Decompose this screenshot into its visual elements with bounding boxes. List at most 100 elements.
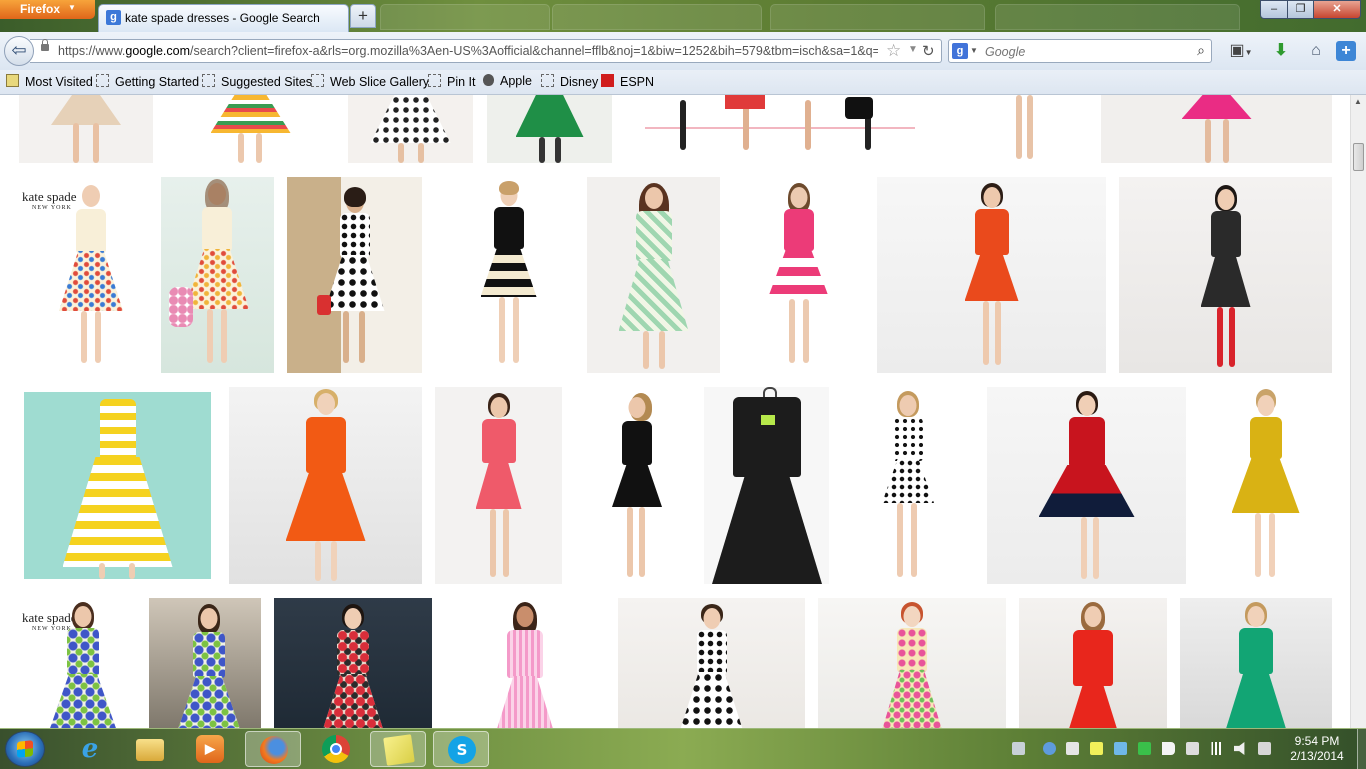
- image-result-thumbnail[interactable]: [618, 598, 805, 728]
- navigation-toolbar: https://www.google.com/search?client=fir…: [0, 32, 1366, 71]
- image-result-thumbnail[interactable]: [443, 177, 574, 373]
- addon-plus-icon[interactable]: +: [1336, 41, 1356, 61]
- media-play-icon: ▶: [196, 735, 224, 763]
- chevron-down-icon: ▼: [68, 3, 76, 12]
- lock-icon: [41, 39, 49, 51]
- google-favicon-icon: g: [106, 10, 121, 25]
- page-icon: [96, 74, 109, 87]
- search-input[interactable]: [983, 42, 1187, 62]
- image-result-thumbnail[interactable]: [877, 177, 1106, 373]
- bookmarks-toolbar: Most Visited Getting Started Suggested S…: [0, 70, 1366, 95]
- taskbar-skype[interactable]: S: [433, 731, 489, 767]
- reload-icon[interactable]: ↻: [922, 42, 935, 60]
- image-result-thumbnail[interactable]: [287, 177, 422, 373]
- show-desktop-button[interactable]: [1357, 729, 1366, 769]
- tab-title: kate spade dresses - Google Search: [125, 11, 320, 25]
- image-result-thumbnail[interactable]: kate spade NEW YORK: [19, 177, 274, 373]
- firefox-menu-button[interactable]: Firefox ▼: [0, 0, 95, 19]
- image-result-thumbnail[interactable]: [987, 387, 1186, 584]
- image-result-thumbnail[interactable]: [445, 598, 605, 728]
- image-result-thumbnail[interactable]: [575, 387, 829, 584]
- device-icon[interactable]: [1066, 742, 1079, 755]
- history-dropdown-icon[interactable]: ▼: [908, 44, 918, 55]
- url-text[interactable]: https://www.google.com/search?client=fir…: [58, 44, 878, 58]
- taskbar-internet-explorer[interactable]: e: [62, 731, 118, 767]
- internet-explorer-icon: e: [81, 734, 99, 764]
- image-result-thumbnail[interactable]: [842, 387, 974, 584]
- image-result-thumbnail[interactable]: [959, 95, 1088, 163]
- bookmark-getting-started[interactable]: Getting Started: [96, 74, 199, 90]
- system-clock[interactable]: 9:54 PM 2/13/2014: [1284, 734, 1350, 764]
- taskbar-chrome[interactable]: [308, 731, 364, 767]
- language-icon[interactable]: [1258, 742, 1271, 755]
- taskbar-file-explorer[interactable]: [122, 731, 178, 767]
- image-result-thumbnail[interactable]: [166, 95, 335, 163]
- notes-tray-icon[interactable]: [1090, 742, 1103, 755]
- network-share-icon[interactable]: [1114, 742, 1127, 755]
- power-plug-icon[interactable]: [1186, 742, 1199, 755]
- espn-logo-icon: [601, 74, 614, 87]
- action-center-flag-icon[interactable]: [1162, 742, 1175, 755]
- image-results-grid: kate spade NEW YORK kate spade NEW YORK: [0, 95, 1350, 728]
- folder-icon: [136, 739, 164, 761]
- image-result-thumbnail[interactable]: [348, 95, 473, 163]
- volume-icon[interactable]: [1234, 742, 1245, 755]
- cloud-icon[interactable]: [1043, 742, 1056, 755]
- bookmark-espn[interactable]: ESPN: [601, 74, 654, 90]
- image-result-thumbnail[interactable]: [487, 95, 612, 163]
- skype-icon: S: [448, 736, 476, 764]
- maximize-button[interactable]: ❐: [1287, 0, 1314, 19]
- image-result-thumbnail[interactable]: [19, 95, 153, 163]
- image-result-thumbnail[interactable]: [1199, 387, 1332, 584]
- image-result-thumbnail[interactable]: [1019, 598, 1167, 728]
- minimize-button[interactable]: –: [1260, 0, 1288, 19]
- sticky-notes-icon: [383, 734, 415, 766]
- url-bar[interactable]: https://www.google.com/search?client=fir…: [30, 39, 942, 63]
- wifi-signal-icon[interactable]: [1210, 742, 1223, 755]
- image-result-thumbnail[interactable]: kate spade NEW YORK: [19, 598, 261, 728]
- image-result-thumbnail[interactable]: [625, 95, 945, 160]
- bookmark-suggested-sites[interactable]: Suggested Sites: [202, 74, 312, 90]
- back-button[interactable]: ⇦: [4, 36, 34, 66]
- image-result-thumbnail[interactable]: [229, 387, 422, 584]
- image-result-thumbnail[interactable]: [587, 177, 720, 373]
- home-icon[interactable]: ⌂: [1305, 41, 1327, 61]
- start-button[interactable]: [5, 731, 45, 767]
- download-arrow-icon[interactable]: ⬇: [1270, 41, 1292, 61]
- keyboard-icon[interactable]: [1012, 742, 1025, 755]
- image-result-thumbnail[interactable]: [1119, 177, 1332, 373]
- taskbar-firefox[interactable]: [245, 731, 301, 767]
- image-result-thumbnail[interactable]: [818, 598, 1006, 728]
- image-result-thumbnail[interactable]: [1180, 598, 1332, 728]
- bookmarks-menu-icon[interactable]: ▣▼: [1226, 41, 1256, 61]
- search-icon[interactable]: ⌕: [1197, 42, 1205, 59]
- vertical-scrollbar[interactable]: ▲: [1350, 95, 1366, 728]
- new-tab-button[interactable]: +: [350, 4, 376, 28]
- page-icon: [311, 74, 324, 87]
- google-engine-icon[interactable]: g: [952, 43, 968, 59]
- scroll-up-arrow-icon[interactable]: ▲: [1354, 97, 1362, 106]
- bookmark-most-visited[interactable]: Most Visited: [6, 74, 93, 90]
- bookmark-disney[interactable]: Disney: [541, 74, 598, 90]
- chevron-down-icon[interactable]: ▼: [970, 46, 978, 55]
- close-window-button[interactable]: ✕: [1313, 0, 1361, 19]
- image-result-thumbnail[interactable]: [19, 387, 216, 584]
- bookmark-star-icon[interactable]: ☆: [886, 41, 901, 61]
- image-result-thumbnail[interactable]: [274, 598, 432, 728]
- bookmark-apple[interactable]: Apple: [483, 74, 532, 90]
- bookmark-pin-it[interactable]: Pin It: [428, 74, 476, 90]
- taskbar-sticky-notes[interactable]: [370, 731, 426, 767]
- image-result-thumbnail[interactable]: [1101, 95, 1332, 163]
- image-result-thumbnail[interactable]: [435, 387, 562, 584]
- windows-logo-icon: [17, 740, 33, 758]
- taskbar-media-player[interactable]: ▶: [182, 731, 238, 767]
- window-title-bar: Firefox ▼ g kate spade dresses - Google …: [0, 0, 1366, 32]
- bookmark-web-slice-gallery[interactable]: Web Slice Gallery: [311, 74, 429, 90]
- search-bar: g ▼ ⌕: [948, 39, 1212, 63]
- sync-check-icon[interactable]: [1138, 742, 1151, 755]
- page-icon: [202, 74, 215, 87]
- scrollbar-thumb[interactable]: [1353, 143, 1364, 171]
- background-window-tab: [552, 4, 762, 30]
- image-result-thumbnail[interactable]: [733, 177, 864, 373]
- tab-google-search[interactable]: g kate spade dresses - Google Search: [98, 4, 349, 32]
